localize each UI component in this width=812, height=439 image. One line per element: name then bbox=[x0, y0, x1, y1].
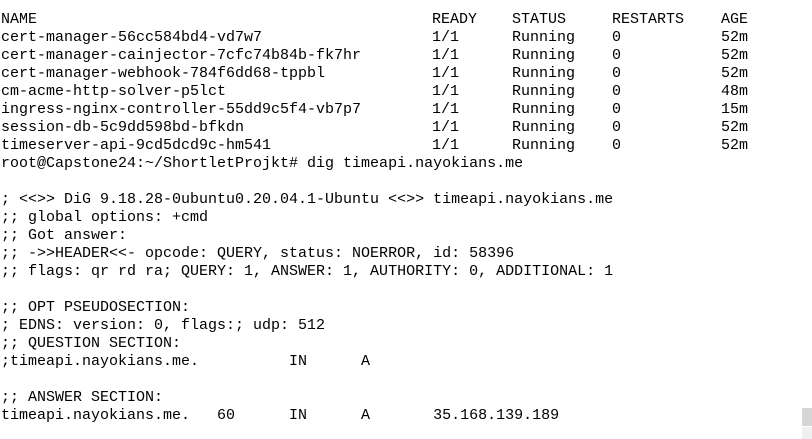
pod-cell-name: cert-manager-cainjector-7cfc74b84b-fk7hr bbox=[1, 47, 362, 64]
pods-table: NAME READY STATUS RESTARTS AGE cert-manager-5… bbox=[1, 11, 801, 155]
pod-cell-status: Running bbox=[512, 119, 576, 136]
pod-cell-age: 15m bbox=[721, 101, 749, 118]
terminal-output: NAME READY STATUS RESTARTS AGE cert-manager-5… bbox=[1, 11, 801, 425]
scrollbar-track[interactable] bbox=[802, 427, 812, 439]
pod-cell-age: 52m bbox=[721, 65, 749, 82]
pod-cell-name: cert-manager-webhook-784f6dd68-tppbl bbox=[1, 65, 326, 82]
pod-cell-restarts: 0 bbox=[612, 119, 622, 136]
vertical-scrollbar[interactable] bbox=[802, 0, 812, 439]
pod-cell-status: Running bbox=[512, 65, 576, 82]
pod-cell-status: Running bbox=[512, 137, 576, 154]
pod-cell-restarts: 0 bbox=[612, 83, 622, 100]
pod-cell-restarts: 0 bbox=[612, 65, 622, 82]
terminal-window[interactable]: NAME READY STATUS RESTARTS AGE cert-manager-5… bbox=[0, 0, 812, 439]
output-line: ;; ->>HEADER<<- opcode: QUERY, status: N… bbox=[1, 245, 515, 262]
column-header-name: NAME bbox=[1, 11, 38, 28]
output-line: ;timeapi.nayokians.me. IN A bbox=[1, 353, 371, 370]
pod-cell-name: session-db-5c9dd598bd-bfkdn bbox=[1, 119, 245, 136]
output-line: ;; OPT PSEUDOSECTION: bbox=[1, 299, 191, 316]
pod-cell-age: 48m bbox=[721, 83, 749, 100]
output-line: ; <<>> DiG 9.18.28-0ubuntu0.20.04.1-Ubun… bbox=[1, 191, 614, 208]
pod-cell-age: 52m bbox=[721, 137, 749, 154]
output-line: ;; QUESTION SECTION: bbox=[1, 335, 182, 352]
pod-cell-restarts: 0 bbox=[612, 29, 622, 46]
pod-cell-ready: 1/1 bbox=[432, 101, 460, 118]
pod-cell-name: cm-acme-http-solver-p5lct bbox=[1, 83, 227, 100]
pod-cell-status: Running bbox=[512, 29, 576, 46]
column-header-restarts: RESTARTS bbox=[612, 11, 685, 28]
pod-cell-status: Running bbox=[512, 101, 576, 118]
pod-cell-restarts: 0 bbox=[612, 47, 622, 64]
column-header-age: AGE bbox=[721, 11, 749, 28]
column-header-status: STATUS bbox=[512, 11, 567, 28]
pod-cell-name: ingress-nginx-controller-55dd9c5f4-vb7p7 bbox=[1, 101, 362, 118]
dig-output: ; <<>> DiG 9.18.28-0ubuntu0.20.04.1-Ubun… bbox=[1, 173, 801, 425]
pod-cell-restarts: 0 bbox=[612, 101, 622, 118]
pod-cell-ready: 1/1 bbox=[432, 137, 460, 154]
pod-cell-status: Running bbox=[512, 47, 576, 64]
output-line: ;; ANSWER SECTION: bbox=[1, 389, 164, 406]
pod-cell-ready: 1/1 bbox=[432, 119, 460, 136]
scrollbar-thumb[interactable] bbox=[802, 408, 812, 426]
pod-cell-age: 52m bbox=[721, 47, 749, 64]
pod-cell-age: 52m bbox=[721, 29, 749, 46]
column-header-ready: READY bbox=[432, 11, 478, 28]
output-line: ;; Got answer: bbox=[1, 227, 128, 244]
pod-cell-ready: 1/1 bbox=[432, 83, 460, 100]
pod-cell-ready: 1/1 bbox=[432, 47, 460, 64]
output-line: timeapi.nayokians.me. 60 IN A 35.168.139… bbox=[1, 407, 560, 424]
output-line: ;; flags: qr rd ra; QUERY: 1, ANSWER: 1,… bbox=[1, 263, 614, 280]
command-prompt: root@Capstone24:~/ShortletProjkt# dig ti… bbox=[1, 155, 524, 172]
pod-cell-status: Running bbox=[512, 83, 576, 100]
pod-cell-restarts: 0 bbox=[612, 137, 622, 154]
pod-cell-ready: 1/1 bbox=[432, 65, 460, 82]
pod-cell-name: cert-manager-56cc584bd4-vd7w7 bbox=[1, 29, 263, 46]
pod-cell-age: 52m bbox=[721, 119, 749, 136]
output-line: ;; global options: +cmd bbox=[1, 209, 209, 226]
output-line: ; EDNS: version: 0, flags:; udp: 512 bbox=[1, 317, 326, 334]
pod-cell-ready: 1/1 bbox=[432, 29, 460, 46]
pod-cell-name: timeserver-api-9cd5dcd9c-hm541 bbox=[1, 137, 272, 154]
